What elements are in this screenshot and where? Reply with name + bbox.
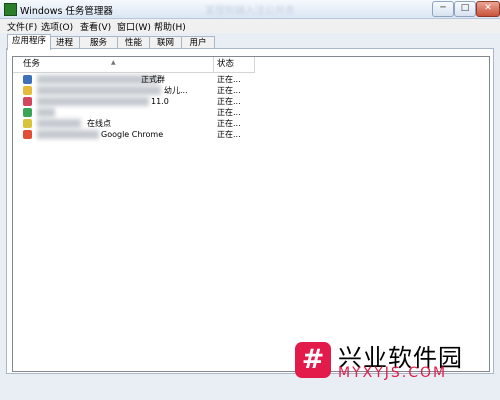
menu-help[interactable]: 帮助(H) [154, 20, 186, 33]
minimize-button[interactable]: ─ [432, 1, 454, 17]
task-status: 正在... [217, 97, 241, 106]
task-manager-icon [4, 3, 17, 16]
app-icon [23, 108, 32, 117]
menu-view[interactable]: 查看(V) [80, 20, 111, 33]
tab-applications[interactable]: 应用程序 [7, 34, 51, 50]
task-status: 正在... [217, 86, 241, 95]
task-row[interactable]: 11.0 正在... [13, 96, 253, 107]
task-name: Google Chrome [101, 130, 164, 139]
blurred-text [37, 86, 161, 95]
menu-bar: 文件(F) 选项(O) 查看(V) 窗口(W) 帮助(H) [0, 19, 500, 33]
task-name: 11.0 [151, 97, 169, 106]
app-icon [23, 75, 32, 84]
sort-ascending-icon: ▲ [111, 59, 116, 66]
task-row[interactable]: 幼儿... 正在... [13, 85, 253, 96]
column-header-task[interactable]: 任务 ▲ [13, 57, 214, 73]
app-icon [23, 86, 32, 95]
task-name: 在线点 [87, 119, 111, 128]
menu-file[interactable]: 文件(F) [7, 20, 37, 33]
blurred-text [37, 97, 149, 106]
watermark-url: MYXYJS.COM [338, 365, 448, 381]
close-button[interactable]: ✕ [476, 1, 500, 17]
task-name: 正式群 [141, 75, 165, 84]
blurred-text [37, 119, 81, 128]
task-row[interactable]: 正在... [13, 107, 253, 118]
task-status: 正在... [217, 75, 241, 84]
task-list[interactable]: 任务 ▲ 状态 正式群 正在... 幼儿... 正在... 11.0 正在...… [12, 56, 490, 372]
task-name: 幼儿... [164, 86, 188, 95]
task-row[interactable]: Google Chrome 正在... [13, 129, 253, 140]
column-header-status[interactable]: 状态 [214, 57, 255, 73]
maximize-button[interactable]: □ [454, 1, 476, 17]
blurred-text [37, 130, 99, 139]
watermark-logo-icon: # [295, 342, 331, 378]
app-icon [23, 130, 32, 139]
menu-options[interactable]: 选项(O) [41, 20, 73, 33]
app-icon [23, 97, 32, 106]
menu-window[interactable]: 窗口(W) [117, 20, 151, 33]
title-bar: Windows 任务管理器 某搜狗输入法公共条 ─ □ ✕ [0, 0, 500, 19]
blurred-text [37, 108, 55, 117]
task-row[interactable]: 正式群 正在... [13, 74, 253, 85]
task-row[interactable]: 在线点 正在... [13, 118, 253, 129]
app-icon [23, 119, 32, 128]
blurred-title-text: 某搜狗输入法公共条 [205, 6, 295, 17]
task-status: 正在... [217, 108, 241, 117]
task-status: 正在... [217, 119, 241, 128]
task-status: 正在... [217, 130, 241, 139]
window-title: Windows 任务管理器 [20, 6, 113, 17]
tab-strip: 应用程序 进程 服务 性能 联网 用户 [0, 34, 500, 50]
